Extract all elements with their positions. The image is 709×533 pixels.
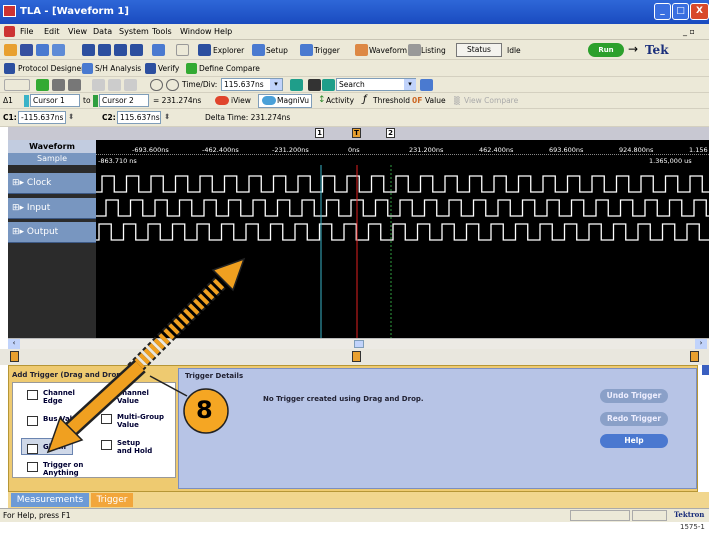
callout-leader [149,375,188,397]
callout-overlay [46,257,246,454]
pointer-arrow [46,359,146,454]
callout-number: 8 [196,396,213,424]
diagonal-arrow [127,257,246,376]
